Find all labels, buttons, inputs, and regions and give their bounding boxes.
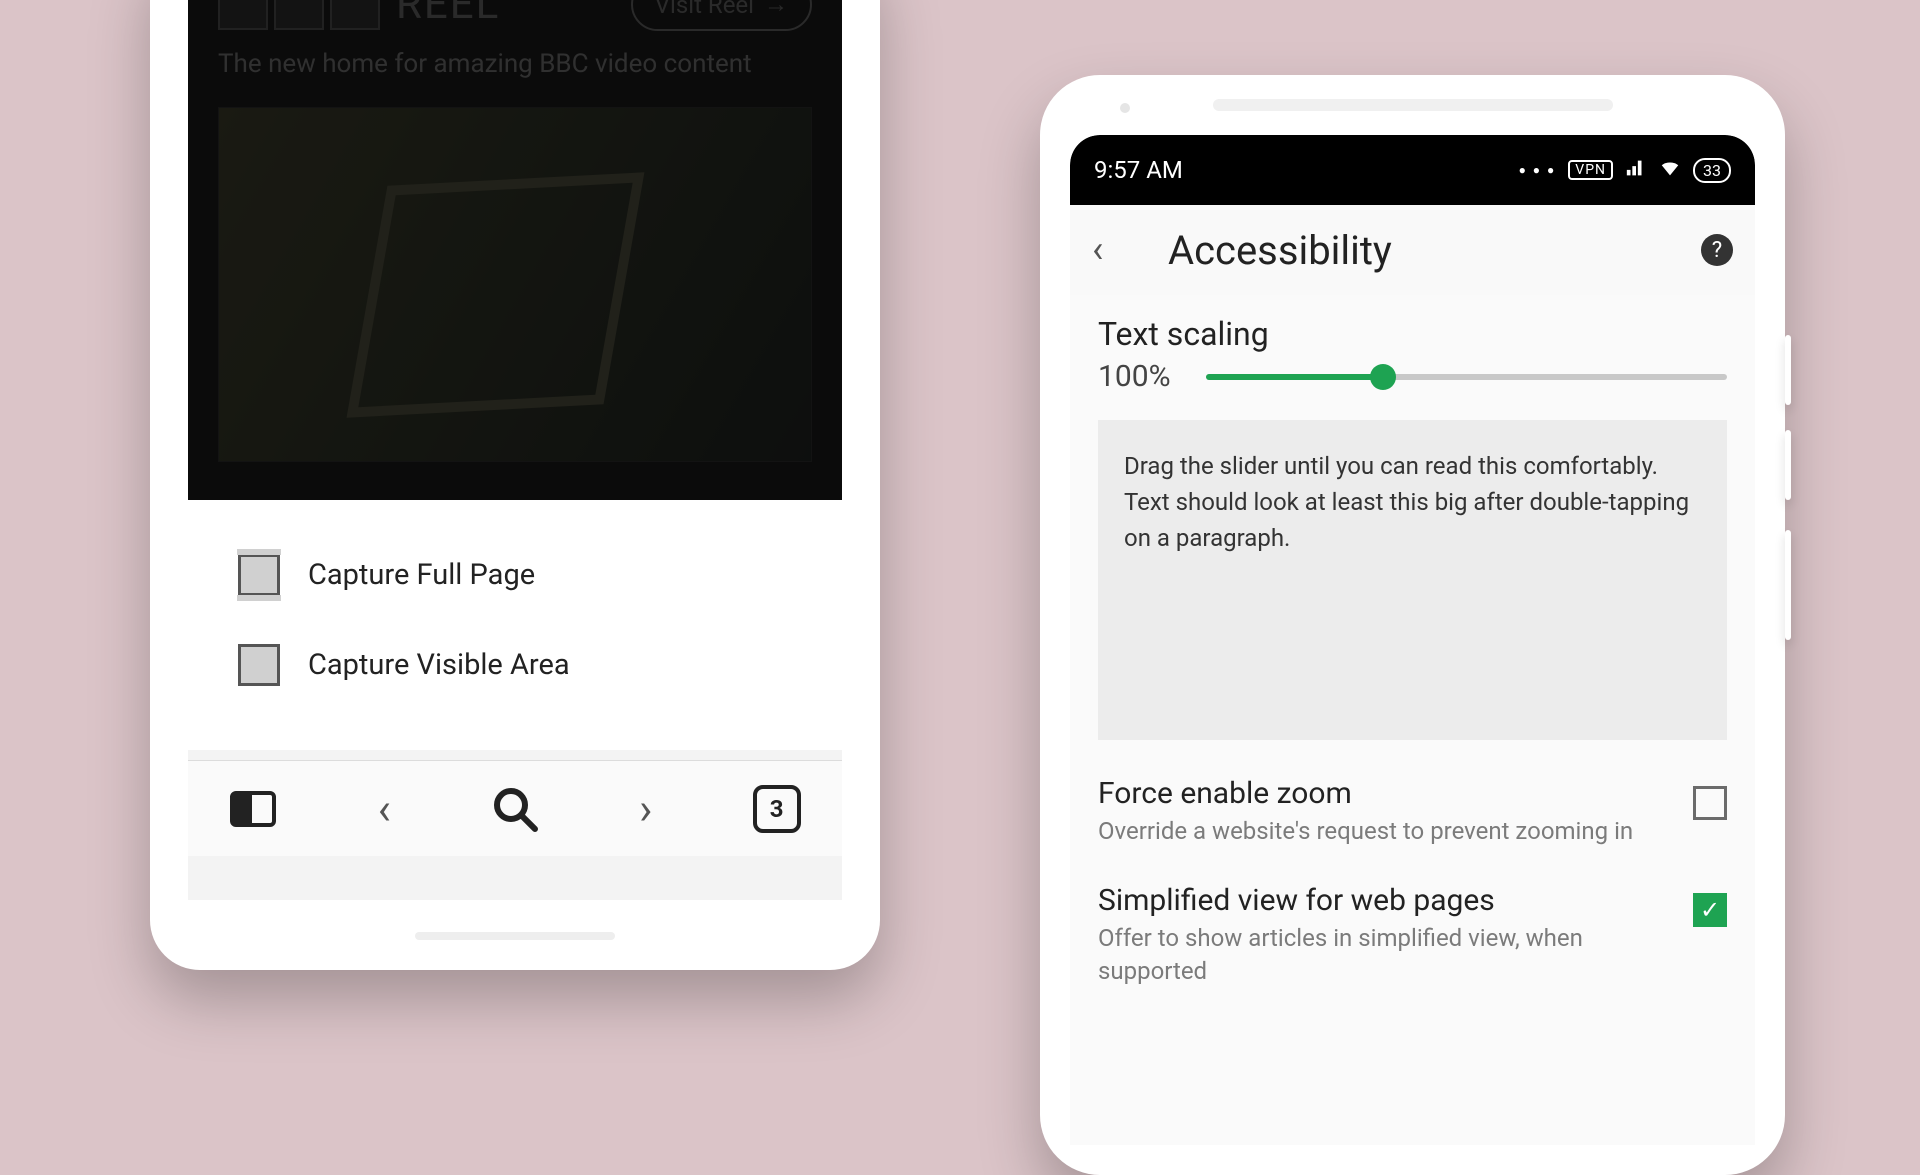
simplified-view-checkbox[interactable]: ✓: [1693, 893, 1727, 927]
back-button[interactable]: ‹: [1092, 228, 1152, 272]
search-icon: [491, 785, 539, 833]
simplified-view-title: Simplified view for web pages: [1098, 883, 1673, 918]
force-zoom-desc: Override a website's request to prevent …: [1098, 815, 1638, 847]
simplified-view-desc: Offer to show articles in simplified vie…: [1098, 922, 1638, 987]
chevron-right-icon: ›: [639, 783, 652, 835]
phone-mockup-left: REEL Visit Reel → The new home for amazi…: [150, 0, 880, 970]
app-bar: ‹ Accessibility ?: [1070, 205, 1755, 295]
capture-visible-area-icon: [238, 644, 280, 686]
status-more-icon: ● ● ●: [1519, 164, 1557, 176]
signal-icon: [1625, 157, 1647, 184]
nav-back-button[interactable]: ‹: [359, 784, 409, 834]
battery-badge: 33: [1693, 158, 1731, 183]
page-title: Accessibility: [1168, 227, 1392, 274]
help-button[interactable]: ?: [1701, 234, 1733, 266]
vpn-badge: VPN: [1568, 160, 1613, 180]
nav-forward-button[interactable]: ›: [621, 784, 671, 834]
status-bar: 9:57 AM ● ● ● VPN 33: [1070, 135, 1755, 205]
wifi-icon: [1659, 157, 1681, 184]
chevron-left-icon: ‹: [378, 783, 391, 835]
phone-left-screen: REEL Visit Reel → The new home for amazi…: [188, 0, 842, 900]
text-scaling-title: Text scaling: [1098, 315, 1727, 353]
tab-count-badge: 3: [753, 785, 801, 833]
force-zoom-title: Force enable zoom: [1098, 776, 1673, 811]
panel-toggle-icon: [230, 791, 276, 827]
text-scaling-preview: Drag the slider until you can read this …: [1098, 420, 1727, 740]
capture-menu: Capture Full Page Capture Visible Area: [188, 500, 842, 750]
text-scaling-value: 100%: [1098, 359, 1176, 394]
phone-right-screen: 9:57 AM ● ● ● VPN 33 ‹ Accessibility ? T…: [1070, 135, 1755, 1145]
panel-toggle-button[interactable]: [228, 784, 278, 834]
tabs-button[interactable]: 3: [752, 784, 802, 834]
force-zoom-checkbox[interactable]: [1693, 786, 1727, 820]
dim-overlay: [188, 0, 842, 500]
browser-bottom-nav: ‹ › 3: [188, 761, 842, 856]
capture-full-page-label: Capture Full Page: [308, 558, 535, 592]
capture-full-page-icon: [238, 554, 280, 596]
force-zoom-setting[interactable]: Force enable zoom Override a website's r…: [1070, 740, 1755, 847]
simplified-view-setting[interactable]: Simplified view for web pages Offer to s…: [1070, 847, 1755, 987]
capture-visible-area-item[interactable]: Capture Visible Area: [228, 620, 802, 710]
bbc-reel-area: REEL Visit Reel → The new home for amazi…: [188, 0, 842, 500]
capture-full-page-item[interactable]: Capture Full Page: [228, 530, 802, 620]
text-scaling-slider[interactable]: [1206, 374, 1727, 380]
phone-mockup-right: 9:57 AM ● ● ● VPN 33 ‹ Accessibility ? T…: [1040, 75, 1785, 1175]
search-button[interactable]: [490, 784, 540, 834]
capture-visible-area-label: Capture Visible Area: [308, 648, 570, 682]
status-time: 9:57 AM: [1094, 156, 1183, 184]
home-indicator: [415, 932, 615, 940]
slider-thumb-icon: [1370, 364, 1396, 390]
